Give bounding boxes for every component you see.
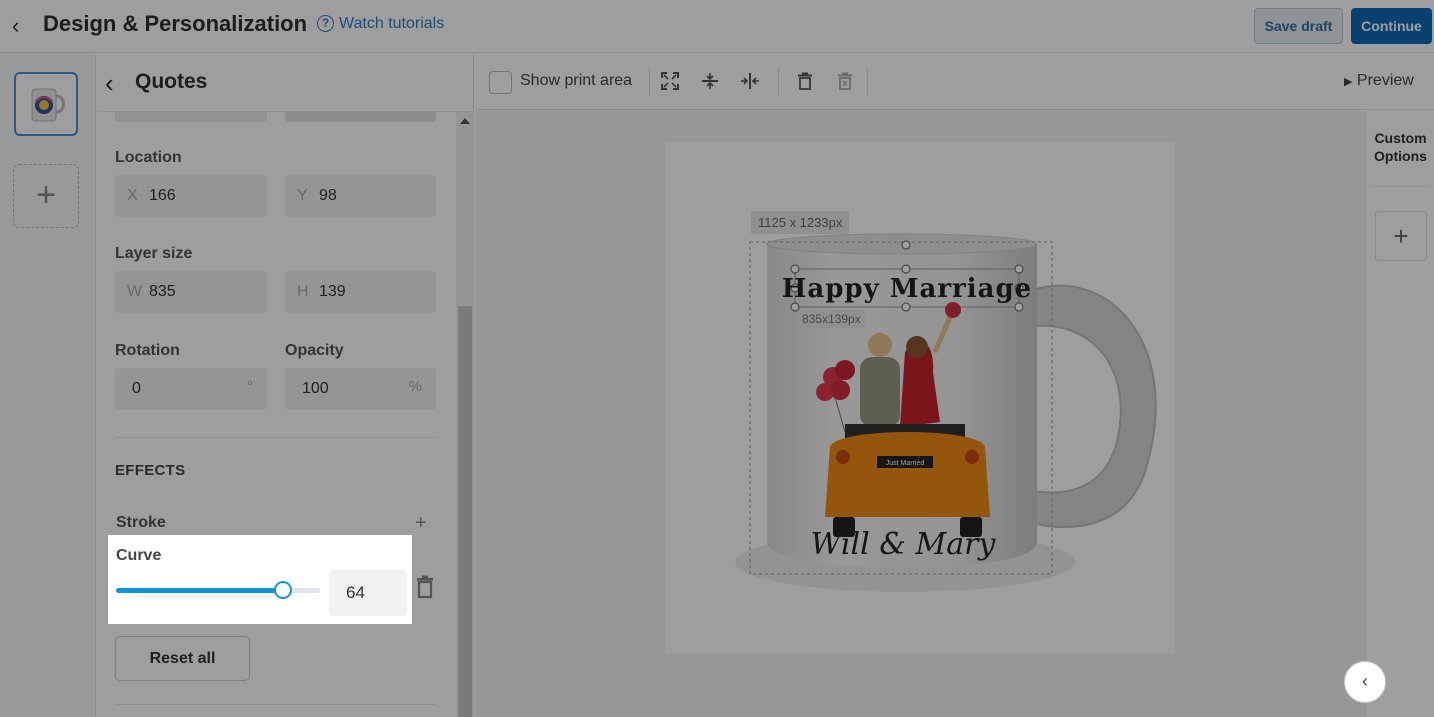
panel-scrollbar[interactable] [456, 112, 474, 717]
layer-size-label: Layer size [115, 245, 193, 262]
continue-button[interactable]: Continue [1351, 8, 1432, 44]
opacity-value: 100 [302, 380, 329, 397]
show-print-area-checkbox[interactable] [489, 71, 512, 94]
preview-button[interactable]: ▶ Preview [1344, 72, 1414, 90]
curve-slider-fill [116, 588, 284, 593]
back-arrow-icon[interactable]: ‹ [12, 14, 32, 38]
design-canvas[interactable]: Happy Marriage Just Married Will & Mary [475, 111, 1364, 717]
x-value: 166 [149, 187, 176, 204]
location-x-input[interactable]: X 166 [115, 175, 267, 217]
trash-icon[interactable] [415, 575, 435, 599]
mug-thumbnail-icon [31, 88, 65, 122]
rotation-input[interactable]: 0 ° [115, 368, 267, 410]
panel-header: ‹ Quotes [97, 54, 474, 112]
align-horizontal-center-icon[interactable] [740, 72, 760, 90]
custom-options-line1: Custom [1374, 130, 1427, 146]
help-icon[interactable]: ? [317, 15, 334, 32]
fit-expand-icon[interactable] [661, 72, 679, 90]
layer-height-input[interactable]: H 139 [285, 271, 436, 313]
y-value: 98 [319, 187, 337, 204]
canvas-toolbar: Show print area ▶ Preview [475, 54, 1434, 110]
headline-text[interactable]: Happy Marriage [782, 274, 1032, 304]
panel-back-icon[interactable]: ‹ [105, 68, 114, 99]
layer-size-badge: 835x139px [798, 310, 865, 328]
section-divider [115, 704, 436, 705]
curve-effect: Curve 64 [108, 535, 412, 624]
show-print-area-label: Show print area [520, 72, 633, 89]
w-prefix: W [127, 283, 143, 300]
artboard-size-badge: 1125 x 1233px [751, 211, 850, 234]
x-prefix: X [127, 187, 138, 204]
artboard: Happy Marriage Just Married Will & Mary [665, 142, 1175, 653]
curve-label: Curve [116, 547, 162, 564]
curve-slider-thumb[interactable] [274, 581, 293, 599]
names-text[interactable]: Will & Mary [811, 527, 997, 562]
preview-label: Preview [1356, 72, 1414, 89]
percent-unit: % [408, 378, 422, 395]
delete-layer-icon[interactable] [797, 72, 813, 90]
curve-value-input[interactable]: 64 [329, 570, 407, 616]
reset-all-button[interactable]: Reset all [115, 636, 250, 681]
right-divider [1371, 186, 1429, 187]
cut-off-field [115, 112, 267, 122]
w-value: 835 [149, 283, 176, 300]
opacity-input[interactable]: 100 % [285, 368, 436, 410]
align-vertical-center-icon[interactable] [701, 72, 719, 90]
collapse-panel-button[interactable]: ‹ [1344, 661, 1386, 703]
right-sidebar: Custom Options + [1365, 111, 1434, 717]
h-prefix: H [297, 283, 309, 300]
page-title: Design & Personalization [43, 11, 308, 36]
play-icon: ▶ [1344, 76, 1353, 88]
toolbar-divider [649, 68, 650, 96]
section-divider [115, 437, 436, 438]
stroke-label: Stroke [116, 514, 166, 531]
scroll-up-icon[interactable] [460, 118, 470, 124]
rotation-value: 0 [132, 380, 141, 397]
location-y-input[interactable]: Y 98 [285, 175, 436, 217]
custom-options-label[interactable]: Custom Options [1366, 129, 1434, 165]
y-prefix: Y [297, 187, 308, 204]
plate-text: Just Married [886, 460, 925, 467]
delete-all-icon[interactable] [837, 72, 853, 90]
cut-off-segment-control [285, 112, 436, 122]
scroll-thumb[interactable] [458, 306, 472, 717]
mug-mockup: Happy Marriage Just Married Will & Mary [735, 233, 1157, 592]
panel-title: Quotes [135, 70, 208, 93]
properties-panel: ‹ Quotes Location X 166 Y 98 Layer size … [97, 54, 474, 717]
watch-tutorials-link[interactable]: Watch tutorials [339, 15, 444, 33]
opacity-label: Opacity [285, 342, 344, 359]
layer-width-input[interactable]: W 835 [115, 271, 267, 313]
effects-heading: EFFECTS [115, 462, 186, 479]
add-stroke-icon[interactable]: + [415, 512, 427, 535]
save-draft-button[interactable]: Save draft [1254, 8, 1343, 44]
add-product-button[interactable]: + [13, 164, 79, 228]
mug-thumbnail[interactable] [14, 72, 78, 136]
toolbar-divider [778, 68, 779, 96]
location-label: Location [115, 149, 182, 166]
h-value: 139 [319, 283, 346, 300]
rotation-label: Rotation [115, 342, 180, 359]
product-thumbnails: + [0, 54, 96, 717]
add-custom-option-button[interactable]: + [1375, 211, 1427, 261]
custom-options-line2: Options [1374, 148, 1427, 164]
degree-unit: ° [247, 378, 253, 395]
toolbar-divider [867, 68, 868, 96]
top-header: ‹ Design & Personalization ? Watch tutor… [0, 0, 1434, 53]
